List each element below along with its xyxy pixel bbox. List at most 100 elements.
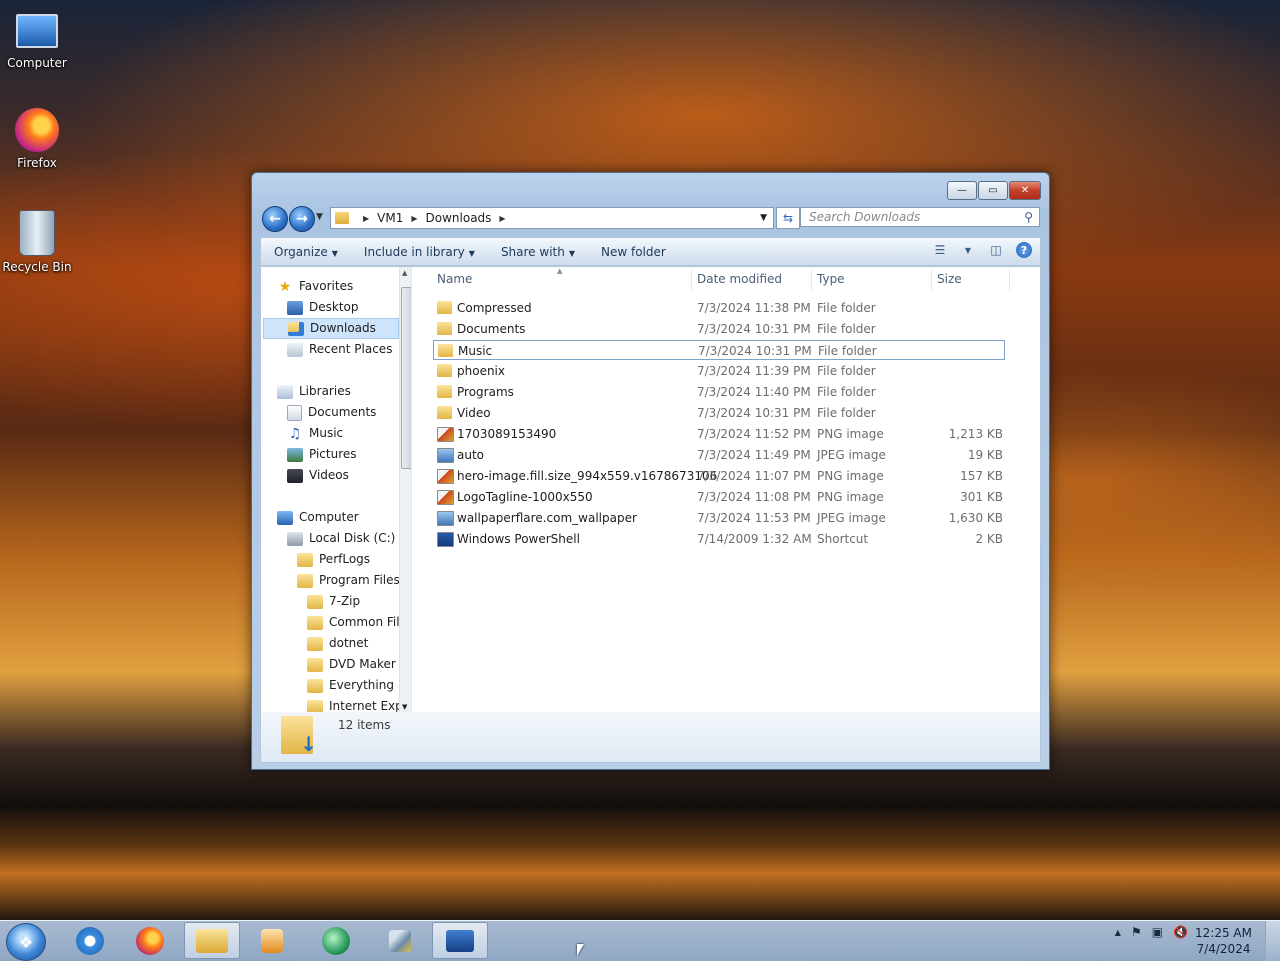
address-bar[interactable]: ▶ VM1 ▶ Downloads ▶ ▼	[330, 207, 774, 229]
file-row[interactable]: Compressed 7/3/2024 11:38 PM File folder	[433, 298, 1005, 318]
nav-local-disk[interactable]: Local Disk (C:)	[287, 528, 395, 549]
file-row[interactable]: Documents 7/3/2024 10:31 PM File folder	[433, 319, 1005, 339]
refresh-button[interactable]: ⇆	[776, 207, 800, 229]
column-divider[interactable]	[691, 270, 692, 290]
organize-button[interactable]: Organize ▼	[261, 245, 351, 259]
share-with-button[interactable]: Share with ▼	[488, 245, 588, 259]
search-input[interactable]: Search Downloads ⚲	[800, 207, 1040, 227]
include-in-library-button[interactable]: Include in library ▼	[351, 245, 488, 259]
clock-date: 7/4/2024	[1196, 942, 1251, 956]
nav-dvd-maker[interactable]: DVD Maker	[307, 654, 396, 675]
nav-downloads[interactable]: Downloads	[263, 318, 399, 339]
chevron-right-icon[interactable]: ▶	[363, 214, 369, 223]
new-folder-button[interactable]: New folder	[588, 245, 679, 259]
file-type: File folder	[818, 344, 877, 358]
preview-pane-icon[interactable]: ◫	[988, 242, 1004, 258]
nav-scrollbar[interactable]: ▲ ▼	[399, 267, 411, 713]
view-options-dropdown-icon[interactable]: ▼	[960, 242, 976, 258]
forward-button[interactable]: →	[289, 206, 315, 232]
recent-pages-dropdown[interactable]: ▼	[316, 212, 323, 222]
back-button[interactable]: ←	[262, 206, 288, 232]
column-divider[interactable]	[811, 270, 812, 290]
taskbar-firefox[interactable]	[122, 922, 178, 959]
file-row[interactable]: Windows PowerShell 7/14/2009 1:32 AM Short…	[433, 529, 1005, 549]
column-divider[interactable]	[1009, 270, 1010, 290]
file-row[interactable]: Video 7/3/2024 10:31 PM File folder	[433, 403, 1005, 423]
file-row[interactable]: Music 7/3/2024 10:31 PM File folder	[433, 340, 1005, 360]
file-name: Documents	[457, 322, 526, 336]
scroll-up-icon[interactable]: ▲	[402, 269, 407, 277]
nav-libraries[interactable]: Libraries	[277, 381, 351, 402]
folder-icon	[437, 301, 452, 314]
nav-computer[interactable]: Computer	[277, 507, 359, 528]
column-header-size[interactable]: Size	[937, 272, 962, 286]
file-size: 2 KB	[975, 532, 1003, 546]
view-controls: ☰ ▼ ◫ ?	[932, 242, 1032, 258]
file-row[interactable]: LogoTagline-1000x550 7/3/2024 11:08 PM PNG…	[433, 487, 1005, 507]
file-row[interactable]: auto 7/3/2024 11:49 PM JPEG image 19 KB	[433, 445, 1005, 465]
file-row[interactable]: Programs 7/3/2024 11:40 PM File folder	[433, 382, 1005, 402]
volume-muted-icon[interactable]: 🔇	[1173, 925, 1188, 939]
desktop-icon-firefox[interactable]: Firefox	[0, 108, 74, 170]
help-icon[interactable]: ?	[1016, 242, 1032, 258]
taskbar-internet-explorer[interactable]	[62, 922, 118, 959]
nav-documents[interactable]: Documents	[287, 402, 376, 423]
breadcrumb-vm1[interactable]: VM1	[377, 211, 403, 225]
powershell-icon	[437, 532, 454, 547]
taskbar-app-green[interactable]	[308, 922, 364, 959]
nav-favorites[interactable]: ★ Favorites	[277, 276, 354, 297]
desktop-icon-computer[interactable]: Computer	[0, 8, 74, 70]
file-row[interactable]: phoenix 7/3/2024 11:39 PM File folder	[433, 361, 1005, 381]
scrollbar-thumb[interactable]	[401, 287, 411, 469]
column-header-name[interactable]: Name	[437, 272, 472, 286]
maximize-button[interactable]: ▭	[978, 181, 1008, 200]
nav-dotnet[interactable]: dotnet	[307, 633, 368, 654]
start-button[interactable]: ❖	[6, 923, 46, 961]
app-globe-icon	[322, 926, 350, 955]
taskbar-tools[interactable]	[372, 922, 428, 959]
nav-recent-places[interactable]: Recent Places	[287, 339, 392, 360]
nav-program-files[interactable]: Program Files	[297, 570, 400, 591]
nav-music[interactable]: ♫ Music	[287, 423, 343, 444]
file-type: File folder	[817, 385, 876, 399]
nav-common-files[interactable]: Common Files	[307, 612, 411, 633]
taskbar-media-player[interactable]	[244, 922, 300, 959]
scroll-down-icon[interactable]: ▼	[402, 703, 407, 711]
file-row[interactable]: 1703089153490 7/3/2024 11:52 PM PNG image 1…	[433, 424, 1005, 444]
file-row[interactable]: hero-image.fill.size_994x559.v1678673106…	[433, 466, 1005, 486]
disk-icon	[287, 531, 303, 546]
folder-icon	[307, 594, 323, 609]
command-bar: Organize ▼ Include in library ▼ Share with…	[260, 237, 1041, 266]
address-dropdown-icon[interactable]: ▼	[760, 213, 767, 223]
file-size: 1,213 KB	[948, 427, 1003, 441]
taskbar-powershell[interactable]	[432, 922, 488, 959]
file-row[interactable]: wallpaperflare.com_wallpaper 7/3/2024 11:…	[433, 508, 1005, 528]
file-date: 7/3/2024 11:52 PM	[697, 427, 811, 441]
chevron-right-icon[interactable]: ▶	[499, 214, 505, 223]
chevron-right-icon[interactable]: ▶	[411, 214, 417, 223]
search-icon[interactable]: ⚲	[1024, 210, 1033, 224]
nav-internet-explorer[interactable]: Internet Explorer	[307, 696, 411, 713]
show-hidden-icons-icon[interactable]: ▲	[1115, 928, 1121, 937]
column-divider[interactable]	[931, 270, 932, 290]
network-icon[interactable]: ▣	[1152, 925, 1163, 939]
action-center-flag-icon[interactable]: ⚑	[1131, 925, 1142, 939]
show-desktop-button[interactable]	[1265, 921, 1280, 961]
desktop-icon-recycle-bin[interactable]: Recycle Bin	[0, 210, 74, 274]
breadcrumb-downloads[interactable]: Downloads	[426, 211, 492, 225]
minimize-button[interactable]: —	[947, 181, 977, 200]
nav-pictures[interactable]: Pictures	[287, 444, 357, 465]
nav-desktop[interactable]: Desktop	[287, 297, 359, 318]
nav-perflogs[interactable]: PerfLogs	[297, 549, 370, 570]
nav-7zip[interactable]: 7-Zip	[307, 591, 360, 612]
close-button[interactable]: ✕	[1009, 181, 1041, 200]
nav-everything[interactable]: Everything	[307, 675, 394, 696]
file-name: wallpaperflare.com_wallpaper	[457, 511, 637, 525]
clock[interactable]: 12:25 AM 7/4/2024	[1195, 925, 1252, 957]
nav-videos[interactable]: Videos	[287, 465, 349, 486]
folder-icon	[437, 406, 452, 419]
taskbar-explorer[interactable]	[184, 922, 240, 959]
column-header-type[interactable]: Type	[817, 272, 845, 286]
column-header-date[interactable]: Date modified	[697, 272, 782, 286]
change-view-icon[interactable]: ☰	[932, 242, 948, 258]
